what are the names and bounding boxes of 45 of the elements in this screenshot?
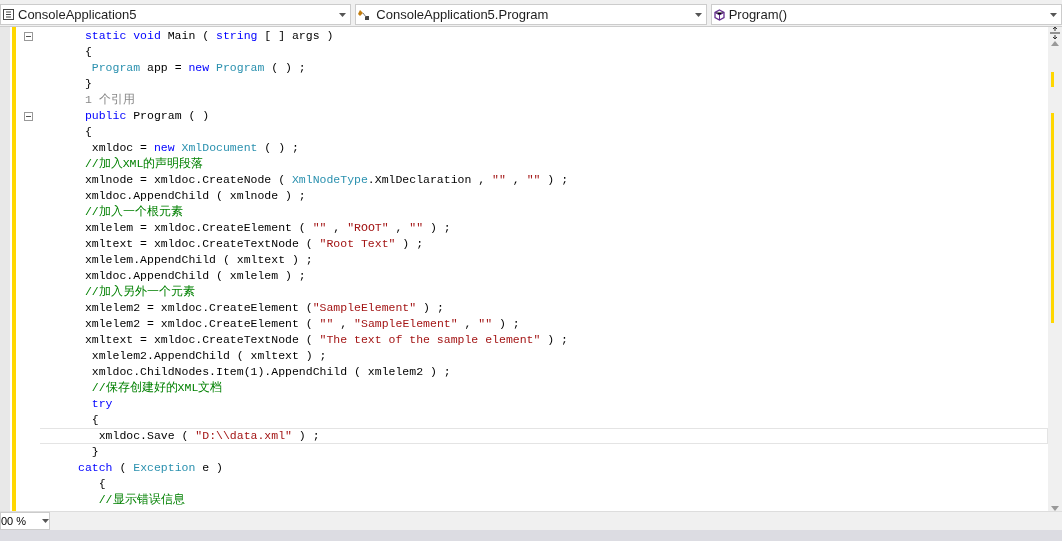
code-line: xmltext = xmldoc.CreateTextNode ( "The text of the sample element" ) ; — [83, 332, 569, 348]
code-line: xmltext = xmldoc.CreateTextNode ( "Root Text" ) ; — [83, 236, 425, 252]
code-line: catch ( Exception e ) — [77, 460, 224, 476]
code-line: { — [83, 124, 93, 140]
code-line: xmlelem2.AppendChild ( xmltext ) ; — [90, 348, 328, 364]
code-line: xmldoc.AppendChild ( xmlnode ) ; — [83, 188, 307, 204]
code-line: //保存创建好的XML文档 — [90, 380, 224, 396]
code-line: { — [83, 44, 93, 60]
split-icon[interactable] — [1050, 27, 1060, 39]
code-line: Program app = new Program ( ) ; — [90, 60, 307, 76]
navigation-dropdown[interactable]: ConsoleApplication5.Program — [355, 4, 707, 25]
vertical-scrollbar[interactable] — [1048, 27, 1062, 511]
code-line: xmlelem = xmldoc.CreateElement ( "" , "ROOT" , "" ) ; — [83, 220, 452, 236]
caret-icon — [42, 519, 49, 523]
caret-icon — [694, 12, 702, 17]
code-line: try — [90, 396, 114, 412]
code-line: static void Main ( string [ ] args ) — [83, 28, 335, 44]
code-line: xmldoc.Save ( "D:\\data.xml" ) ; — [40, 428, 1048, 444]
code-line: } — [83, 76, 93, 92]
navigation-dropdown[interactable]: ConsoleApplication5 — [0, 4, 352, 25]
code-line: //加入XML的声明段落 — [83, 156, 205, 172]
caret-icon — [339, 12, 347, 17]
code-line: public Program ( ) — [83, 108, 211, 124]
code-line: { — [90, 412, 100, 428]
caret-icon — [1050, 12, 1057, 17]
code-line: //显示错误信息 — [97, 492, 186, 508]
collapse-icon[interactable] — [23, 111, 33, 121]
collapse-icon[interactable] — [23, 31, 33, 41]
code-line: //加入另外一个元素 — [83, 284, 196, 300]
code-line: xmldoc.AppendChild ( xmlelem ) ; — [83, 268, 307, 284]
project-icon — [3, 9, 14, 20]
code-line: //加入一个根元素 — [83, 204, 184, 220]
change-marker — [1050, 72, 1054, 87]
code-line: 1 个引用 — [83, 92, 136, 108]
code-line: xmlelem2 = xmldoc.CreateElement ( "" , "SampleElement" , "" ) ; — [83, 316, 521, 332]
code-line: xmlelem2 = xmldoc.CreateElement ("SampleElement" ) ; — [83, 300, 445, 316]
code-line: xmldoc.ChildNodes.Item(1).AppendChild ( xmlelem2 ) ; — [90, 364, 452, 380]
code-line: xmlnode = xmldoc.CreateNode ( XmlNodeType.XmlDeclaration , "" , "" ) ; — [83, 172, 570, 188]
code-line: { — [97, 476, 107, 492]
code-line: } — [90, 444, 100, 460]
code-line: xmlelem.AppendChild ( xmltext ) ; — [83, 252, 314, 268]
cube-icon — [713, 8, 725, 21]
zoom-dropdown[interactable]: 00 % — [0, 512, 50, 530]
code-line: xmldoc = new XmlDocument ( ) ; — [90, 140, 300, 156]
navigation-dropdown[interactable]: Program() — [710, 4, 1062, 25]
